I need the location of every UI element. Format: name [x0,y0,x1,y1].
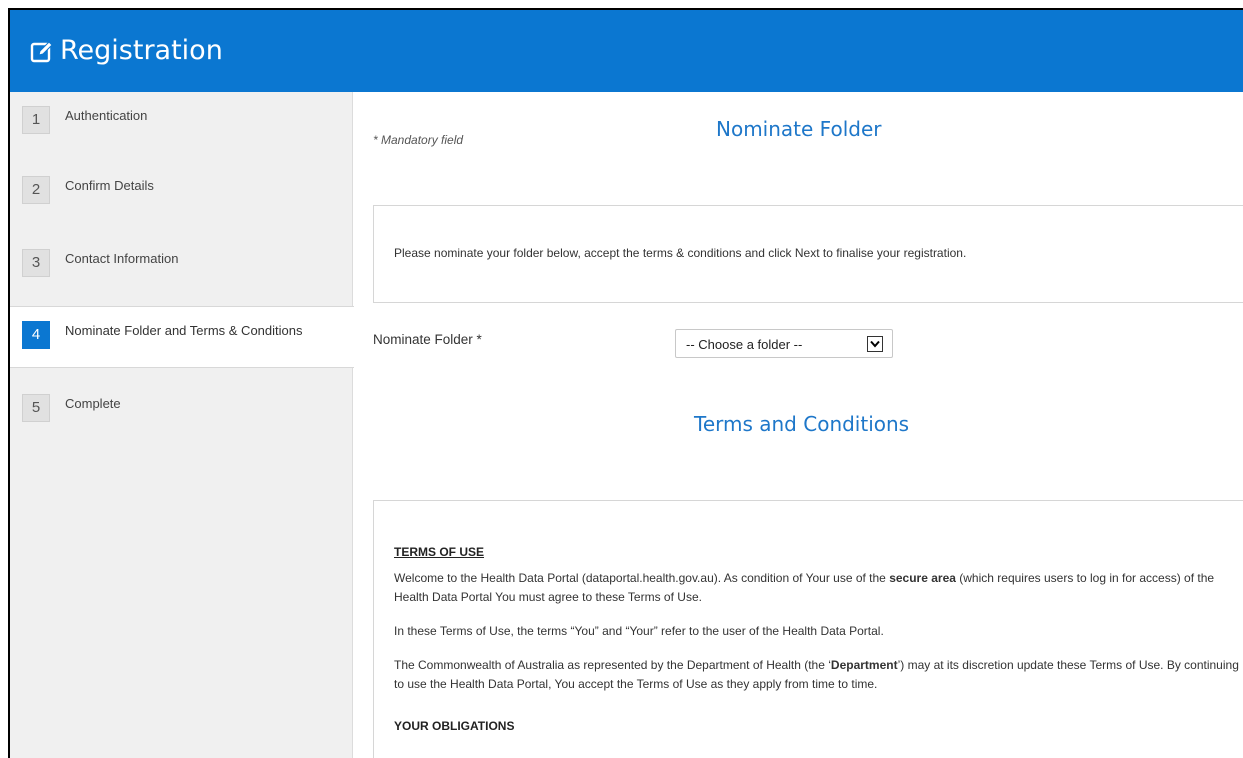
mandatory-note: * Mandatory field [373,133,464,147]
page-title: Registration [60,35,223,66]
step-label: Contact Information [65,251,179,266]
instructions-box: Please nominate your folder below, accep… [373,205,1243,303]
step-complete[interactable]: 5 Complete [10,380,353,442]
terms-bold: Department [830,658,898,672]
step-label: Confirm Details [65,178,154,193]
terms-paragraph-3: The Commonwealth of Australia as represe… [394,656,1243,694]
step-label: Authentication [65,108,148,123]
instructions-text: Please nominate your folder below, accep… [394,246,967,260]
terms-box[interactable]: TERMS OF USE Welcome to the Health Data … [373,500,1243,758]
folder-field-label: Nominate Folder * [373,332,482,347]
folder-select[interactable]: -- Choose a folder -- [675,329,893,358]
step-authentication[interactable]: 1 Authentication [10,92,353,154]
nominate-folder-heading: Nominate Folder [716,117,882,141]
step-number: 4 [22,321,50,349]
terms-paragraph-2: In these Terms of Use, the terms “You” a… [394,624,884,638]
step-nominate-folder[interactable]: 4 Nominate Folder and Terms & Conditions [10,306,354,368]
terms-paragraph-1: Welcome to the Health Data Portal (datap… [394,569,1243,607]
step-number: 3 [22,249,50,277]
step-number: 2 [22,176,50,204]
terms-heading: Terms and Conditions [694,412,910,436]
obligations-heading: YOUR OBLIGATIONS [394,719,515,733]
step-label: Complete [65,396,121,411]
step-confirm-details[interactable]: 2 Confirm Details [10,162,353,224]
edit-icon [30,41,53,63]
step-contact-information[interactable]: 3 Contact Information [10,235,353,297]
chevron-down-icon[interactable] [867,336,883,352]
terms-text: Welcome to the Health Data Portal (datap… [394,571,890,585]
step-number: 1 [22,106,50,134]
terms-title: TERMS OF USE [394,545,485,559]
header-bar: Registration [10,10,1243,92]
registration-window: Registration 1 Authentication 2 Confirm … [8,8,1243,758]
terms-text: The Commonwealth of Australia as represe… [394,658,831,672]
folder-select-value: -- Choose a folder -- [686,337,803,352]
terms-bold: secure area [889,571,956,585]
steps-sidebar: 1 Authentication 2 Confirm Details 3 Con… [10,92,354,758]
main-content: * Mandatory field Nominate Folder Please… [354,92,1243,758]
step-number: 5 [22,394,50,422]
step-label: Nominate Folder and Terms & Conditions [65,323,303,338]
